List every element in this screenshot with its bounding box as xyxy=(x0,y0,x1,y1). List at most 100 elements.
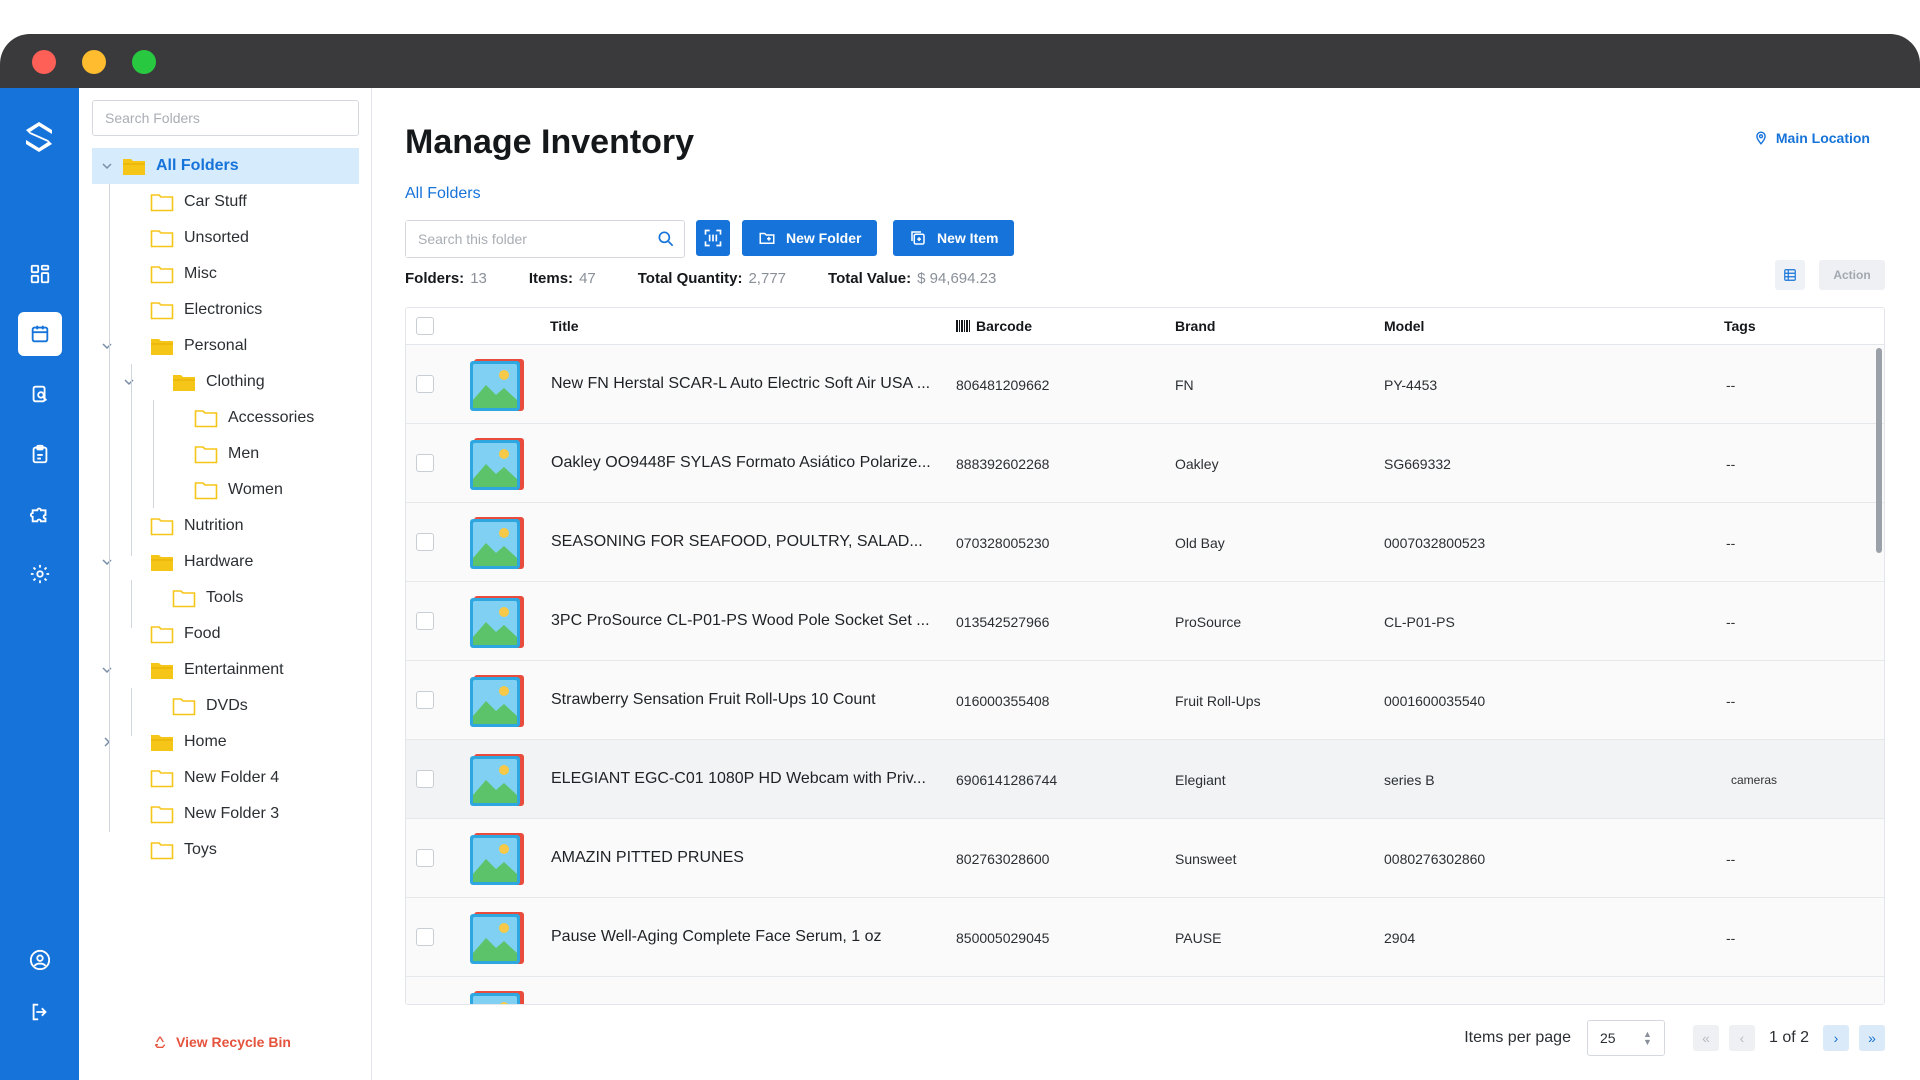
table-row[interactable]: Pause Well-Aging Complete Face Serum, 1 … xyxy=(406,898,1884,977)
image-placeholder-icon[interactable] xyxy=(468,434,528,494)
folder-tree-item[interactable]: Hardware xyxy=(92,544,359,580)
prev-page-button[interactable]: ‹ xyxy=(1728,1025,1755,1051)
chevron-down-icon[interactable] xyxy=(100,555,114,569)
folder-tree-item[interactable]: Electronics xyxy=(92,292,359,328)
action-button[interactable]: Action xyxy=(1819,260,1885,290)
last-page-button[interactable]: » xyxy=(1859,1025,1885,1051)
clipboard-icon[interactable] xyxy=(18,432,62,476)
stat-quantity-value: 2,777 xyxy=(748,270,787,287)
table-view-toggle[interactable] xyxy=(1775,260,1805,290)
next-page-button[interactable]: › xyxy=(1823,1025,1849,1051)
table-row[interactable]: AMAZIN PITTED PRUNES 802763028600 Sunsweet… xyxy=(406,819,1884,898)
chevron-down-icon[interactable] xyxy=(122,375,136,389)
table-row[interactable]: 3PC ProSource CL-P01-PS Wood Pole Socket… xyxy=(406,582,1884,661)
search-clipboard-icon[interactable] xyxy=(18,372,62,416)
recycle-bin-link[interactable]: View Recycle Bin xyxy=(152,1034,291,1050)
folder-tree-item[interactable]: Tools xyxy=(92,580,359,616)
folder-tree-item[interactable]: New Folder 3 xyxy=(92,796,359,832)
close-window-button[interactable] xyxy=(32,50,56,74)
breadcrumb[interactable]: All Folders xyxy=(405,185,481,203)
folder-tree-item[interactable]: Women xyxy=(92,472,359,508)
table-row[interactable]: SEASONING FOR SEAFOOD, POULTRY, SALAD...… xyxy=(406,503,1884,582)
chevron-down-icon[interactable] xyxy=(100,159,114,173)
new-folder-button[interactable]: New Folder xyxy=(742,220,878,256)
scan-barcode-button[interactable] xyxy=(696,220,730,256)
folder-tree-item[interactable]: All Folders xyxy=(92,148,359,184)
image-placeholder-icon[interactable] xyxy=(468,671,528,731)
folder-tree-item[interactable]: Toys xyxy=(92,832,359,868)
logout-icon[interactable] xyxy=(18,990,62,1034)
folder-tree-item[interactable]: Food xyxy=(92,616,359,652)
folder-tree-item[interactable]: Clothing xyxy=(92,364,359,400)
row-checkbox[interactable] xyxy=(416,928,434,946)
puzzle-icon[interactable] xyxy=(18,492,62,536)
folder-tree-item[interactable]: New Folder 4 xyxy=(92,760,359,796)
table-row[interactable]: Strawberry Sensation Fruit Roll-Ups 10 C… xyxy=(406,661,1884,740)
folder-label: Entertainment xyxy=(184,661,284,678)
item-search-input[interactable] xyxy=(406,221,646,257)
image-placeholder-icon[interactable] xyxy=(468,829,528,889)
first-page-button[interactable]: « xyxy=(1692,1025,1719,1051)
row-checkbox[interactable] xyxy=(416,375,434,393)
row-checkbox[interactable] xyxy=(416,691,434,709)
new-item-button[interactable]: New Item xyxy=(893,220,1015,256)
image-placeholder-icon[interactable] xyxy=(468,355,528,415)
image-placeholder-icon[interactable] xyxy=(468,513,528,573)
folder-tree-item[interactable]: Misc xyxy=(92,256,359,292)
chevron-down-icon[interactable] xyxy=(100,663,114,677)
folder-tree-item[interactable]: Men xyxy=(92,436,359,472)
inventory-icon[interactable] xyxy=(18,312,62,356)
search-icon[interactable] xyxy=(656,229,676,249)
dashboard-icon[interactable] xyxy=(18,252,62,296)
image-placeholder-icon[interactable] xyxy=(468,592,528,652)
row-checkbox[interactable] xyxy=(416,849,434,867)
column-brand[interactable]: Brand xyxy=(1175,318,1215,334)
row-checkbox[interactable] xyxy=(416,533,434,551)
column-model[interactable]: Model xyxy=(1384,318,1424,334)
folder-tree-item[interactable]: Entertainment xyxy=(92,652,359,688)
tag-chip[interactable]: cameras xyxy=(1731,773,1777,787)
stat-value-label: Total Value: xyxy=(828,270,912,287)
app-logo-icon[interactable] xyxy=(18,116,60,158)
column-title[interactable]: Title xyxy=(550,318,579,334)
folder-tree-item[interactable]: DVDs xyxy=(92,688,359,724)
row-checkbox[interactable] xyxy=(416,770,434,788)
folder-tree-item[interactable]: Accessories xyxy=(92,400,359,436)
item-model: 2904 xyxy=(1384,930,1416,946)
item-title[interactable]: Pause Well-Aging Complete Face Serum, 1 … xyxy=(551,928,946,946)
user-circle-icon[interactable] xyxy=(18,938,62,982)
items-per-page-select[interactable]: 25 ▲ ▼ xyxy=(1586,1020,1665,1056)
gear-icon[interactable] xyxy=(18,552,62,596)
folder-icon xyxy=(172,696,196,716)
item-title[interactable]: AMAZIN PITTED PRUNES xyxy=(551,849,946,867)
row-checkbox[interactable] xyxy=(416,454,434,472)
new-item-label: New Item xyxy=(937,230,999,246)
item-title[interactable]: Oakley OO9448F SYLAS Formato Asiático Po… xyxy=(551,454,946,472)
table-row[interactable]: New FN Herstal SCAR-L Auto Electric Soft… xyxy=(406,345,1884,424)
maximize-window-button[interactable] xyxy=(132,50,156,74)
table-row[interactable]: ELEGIANT EGC-C01 1080P HD Webcam with Pr… xyxy=(406,740,1884,819)
image-placeholder-icon[interactable] xyxy=(468,908,528,968)
item-title[interactable]: ELEGIANT EGC-C01 1080P HD Webcam with Pr… xyxy=(551,770,946,788)
folder-tree-item[interactable]: Personal xyxy=(92,328,359,364)
folder-tree-item[interactable]: Unsorted xyxy=(92,220,359,256)
folder-search-input[interactable] xyxy=(92,100,359,136)
column-barcode[interactable]: Barcode xyxy=(956,318,1032,334)
minimize-window-button[interactable] xyxy=(82,50,106,74)
chevron-right-icon[interactable] xyxy=(100,735,114,749)
chevron-down-icon[interactable] xyxy=(100,339,114,353)
item-title[interactable]: Strawberry Sensation Fruit Roll-Ups 10 C… xyxy=(551,691,946,709)
table-scrollbar[interactable] xyxy=(1876,348,1882,553)
item-title[interactable]: New FN Herstal SCAR-L Auto Electric Soft… xyxy=(551,375,946,393)
item-title[interactable]: SEASONING FOR SEAFOOD, POULTRY, SALAD... xyxy=(551,533,946,551)
location-selector[interactable]: Main Location xyxy=(1754,130,1870,146)
table-row[interactable]: Oakley OO9448F SYLAS Formato Asiático Po… xyxy=(406,424,1884,503)
select-all-checkbox[interactable] xyxy=(416,317,434,335)
item-title[interactable]: 3PC ProSource CL-P01-PS Wood Pole Socket… xyxy=(551,612,946,630)
row-checkbox[interactable] xyxy=(416,612,434,630)
column-tags[interactable]: Tags xyxy=(1724,318,1756,334)
folder-tree-item[interactable]: Car Stuff xyxy=(92,184,359,220)
image-placeholder-icon[interactable] xyxy=(468,750,528,810)
folder-tree-item[interactable]: Nutrition xyxy=(92,508,359,544)
folder-tree-item[interactable]: Home xyxy=(92,724,359,760)
